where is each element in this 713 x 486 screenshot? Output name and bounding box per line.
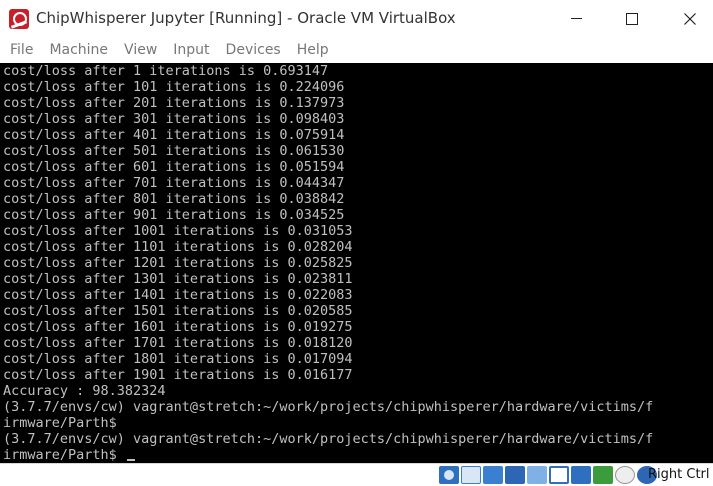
video-capture-icon[interactable] [571,466,591,484]
display-icon[interactable] [549,466,569,484]
window-titlebar[interactable]: ChipWhisperer Jupyter [Running] - Oracle… [0,0,713,37]
terminal-line: cost/loss after 101 iterations is 0.2240… [3,79,345,95]
maximize-icon [626,12,638,25]
terminal-line: cost/loss after 1301 iterations is 0.023… [3,271,353,287]
terminal-prompt: irmware/Parth$ [3,447,125,463]
terminal-line: cost/loss after 1401 iterations is 0.022… [3,287,353,303]
close-icon [684,12,696,25]
usb-icon[interactable] [505,466,525,484]
terminal-line: cost/loss after 1801 iterations is 0.017… [3,351,353,367]
terminal-line: cost/loss after 1701 iterations is 0.018… [3,335,353,351]
terminal-line: cost/loss after 1 iterations is 0.693147 [3,63,329,79]
terminal-line: cost/loss after 701 iterations is 0.0443… [3,175,345,191]
minimize-icon [570,18,582,19]
terminal-line: cost/loss after 501 iterations is 0.0615… [3,143,345,159]
close-button[interactable] [667,0,713,37]
terminal-line: cost/loss after 1601 iterations is 0.019… [3,319,353,335]
text-cursor [126,459,135,461]
maximize-button[interactable] [609,0,655,37]
terminal-line: cost/loss after 1501 iterations is 0.020… [3,303,353,319]
menu-input[interactable]: Input [163,42,215,58]
vm-console[interactable]: cost/loss after 1 iterations is 0.693147… [0,63,713,463]
terminal-line: cost/loss after 801 iterations is 0.0388… [3,191,345,207]
menu-bar: File Machine View Input Devices Help [0,37,713,63]
mouse-integration-icon[interactable] [615,466,635,484]
minimize-button[interactable] [553,0,599,37]
terminal-line: cost/loss after 1201 iterations is 0.025… [3,255,353,271]
menu-view[interactable]: View [114,42,163,58]
shared-folder-icon[interactable] [527,466,547,484]
menu-machine[interactable]: Machine [39,42,114,58]
terminal-line: (3.7.7/envs/cw) vagrant@stretch:~/work/p… [3,431,654,447]
menu-file[interactable]: File [0,42,39,58]
host-key-label[interactable]: Right Ctrl [648,467,710,482]
menu-help[interactable]: Help [287,42,335,58]
virtualbox-app-icon [9,9,29,29]
terminal-line: cost/loss after 1001 iterations is 0.031… [3,223,353,239]
status-bar: Right Ctrl [0,463,713,486]
vt-x-icon[interactable] [593,466,613,484]
terminal-line: Accuracy : 98.382324 [3,383,166,399]
terminal-line: cost/loss after 601 iterations is 0.0515… [3,159,345,175]
terminal-line: cost/loss after 901 iterations is 0.0345… [3,207,345,223]
network-icon[interactable] [483,466,503,484]
terminal-line: cost/loss after 1901 iterations is 0.016… [3,367,353,383]
terminal-line: cost/loss after 201 iterations is 0.1379… [3,95,345,111]
window-title: ChipWhisperer Jupyter [Running] - Oracle… [36,9,456,27]
terminal-line: irmware/Parth$ [3,415,117,431]
terminal-line: cost/loss after 301 iterations is 0.0984… [3,111,345,127]
hard-disk-icon[interactable] [439,466,459,484]
menu-devices[interactable]: Devices [216,42,287,58]
optical-drive-icon[interactable] [461,466,481,484]
terminal-prompt-line[interactable]: irmware/Parth$ [0,447,713,463]
terminal-line: cost/loss after 401 iterations is 0.0759… [3,127,345,143]
terminal-line: (3.7.7/envs/cw) vagrant@stretch:~/work/p… [3,399,654,415]
terminal-line: cost/loss after 1101 iterations is 0.028… [3,239,353,255]
